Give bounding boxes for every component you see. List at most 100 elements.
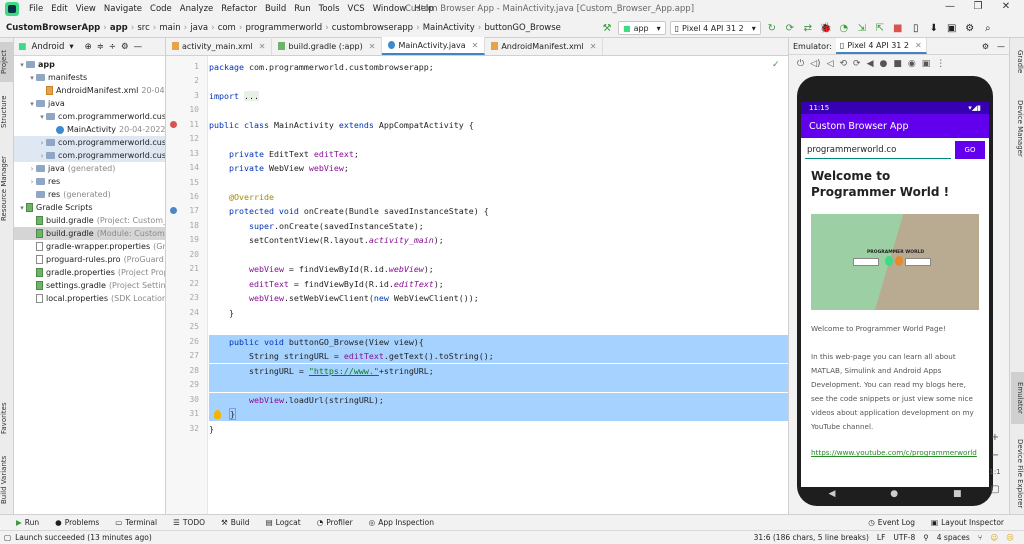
tree-item[interactable]: › res <box>14 175 165 188</box>
stop-icon[interactable]: ■ <box>891 21 905 35</box>
emulator-device-tab[interactable]: ▯ Pixel 4 API 31 2 ✕ <box>835 38 927 54</box>
tree-item[interactable]: › com.programmerworld.custo <box>14 149 165 162</box>
breadcrumb-item[interactable]: programmerworld <box>243 23 324 33</box>
menu-item-refactor[interactable]: Refactor <box>217 4 261 14</box>
menu-item-window[interactable]: Window <box>369 4 411 14</box>
code-line[interactable] <box>209 248 788 262</box>
breadcrumb-item[interactable]: MainActivity <box>421 23 477 33</box>
sad-face-icon[interactable]: ☹ <box>1006 533 1014 542</box>
tab-build-gradle-app[interactable]: build.gradle (:app) ✕ <box>272 37 383 55</box>
indent-setting[interactable]: 4 spaces <box>937 533 970 542</box>
bulb-icon[interactable] <box>214 410 221 419</box>
more-icon[interactable]: ⋮ <box>936 59 945 69</box>
hammer-icon[interactable]: ⚒ <box>600 21 614 35</box>
line-separator[interactable]: LF <box>877 533 886 542</box>
code-line[interactable]: webView = findViewById(R.id.webView); <box>209 262 788 276</box>
tree-item[interactable]: ▾ app <box>14 58 165 71</box>
tool-build-button[interactable]: ⚒ Build <box>213 518 258 527</box>
menu-item-run[interactable]: Run <box>290 4 314 14</box>
tab-androidmanifest-xml[interactable]: AndroidManifest.xml ✕ <box>485 37 604 55</box>
restore-icon[interactable]: ❐ <box>968 1 988 12</box>
code-line[interactable]: stringURL = "https://www."+stringURL; <box>209 364 788 378</box>
code-line[interactable]: webView.loadUrl(stringURL); <box>209 393 788 407</box>
overview-icon[interactable]: ■ <box>893 59 902 69</box>
web-link[interactable]: https://www.youtube.com/c/programmerworl… <box>811 448 979 457</box>
tree-item[interactable]: res (generated) <box>14 188 165 201</box>
chevron-icon[interactable]: ▾ <box>28 100 36 108</box>
tab-structure[interactable]: Structure <box>0 88 14 136</box>
close-icon[interactable]: ✕ <box>259 42 266 51</box>
collapse-icon[interactable]: ≑ <box>97 42 104 52</box>
code-line[interactable]: } <box>209 422 788 436</box>
menu-item-analyze[interactable]: Analyze <box>176 4 218 14</box>
chevron-down-icon[interactable]: ▾ <box>69 42 73 52</box>
gear-icon[interactable]: ⚙ <box>982 42 989 51</box>
tree-item[interactable]: AndroidManifest.xml 20-04- <box>14 84 165 97</box>
tab-emulator[interactable]: Emulator <box>1011 372 1024 424</box>
event-log-button[interactable]: ◷ Event Log <box>860 518 923 527</box>
breadcrumb-item[interactable]: buttonGO_Browse <box>482 23 563 33</box>
chevron-icon[interactable]: ▾ <box>18 204 26 212</box>
tab-mainactivity-java[interactable]: MainActivity.java ✕ <box>382 37 486 55</box>
layout-inspector-button[interactable]: ▣ Layout Inspector <box>923 518 1012 527</box>
tool-todo-button[interactable]: ☰ TODO <box>165 518 213 527</box>
code-line[interactable]: public class MainActivity extends AppCom… <box>209 118 788 132</box>
overview-icon[interactable]: ■ <box>953 489 962 499</box>
chevron-icon[interactable]: ▾ <box>18 61 26 69</box>
menu-item-file[interactable]: File <box>25 4 47 14</box>
code-line[interactable]: package com.programmerworld.custombrowse… <box>209 60 788 74</box>
rotate-left-icon[interactable]: ⟲ <box>839 59 847 69</box>
locate-icon[interactable]: ⊕ <box>85 42 92 52</box>
breadcrumb-item[interactable]: com <box>216 23 238 33</box>
menu-item-build[interactable]: Build <box>261 4 290 14</box>
happy-face-icon[interactable]: ☺ <box>990 533 998 542</box>
tree-item[interactable]: gradle-wrapper.properties(Gra <box>14 240 165 253</box>
rerun-icon[interactable]: ↻ <box>765 21 779 35</box>
zoom-in-icon[interactable]: + <box>985 432 1005 443</box>
breadcrumb-item[interactable]: java <box>188 23 210 33</box>
home-icon[interactable]: ● <box>890 489 898 499</box>
code-line[interactable] <box>209 103 788 117</box>
tree-item[interactable]: build.gradle(Module: Custom_B <box>14 227 165 240</box>
tree-item[interactable]: › com.programmerworld.custo <box>14 136 165 149</box>
device-select[interactable]: ▯ Pixel 4 API 31 2 ▾ <box>669 21 761 35</box>
camera-icon[interactable]: ◉ <box>908 59 916 69</box>
webview[interactable]: Welcome to Programmer World ! PROGRAMMER… <box>801 162 989 457</box>
chevron-icon[interactable]: ▾ <box>38 113 46 121</box>
code-line[interactable]: public void buttonGO_Browse(View view){ <box>209 335 788 349</box>
breadcrumb-item[interactable]: main <box>157 23 182 33</box>
minimize-icon[interactable]: — <box>940 1 960 12</box>
close-icon[interactable]: ✕ <box>996 1 1016 12</box>
tab-resource-manager[interactable]: Resource Manager <box>0 142 14 234</box>
code-line[interactable] <box>209 320 788 334</box>
tab-device-file-explorer[interactable]: Device File Explorer <box>1011 436 1024 512</box>
project-view-mode[interactable]: Android <box>32 42 65 52</box>
override-gutter-icon[interactable] <box>170 207 177 214</box>
tab-favorites[interactable]: Favorites <box>0 394 14 442</box>
menu-item-code[interactable]: Code <box>146 4 176 14</box>
zoom-out-icon[interactable]: − <box>985 450 1005 461</box>
tool-logcat-button[interactable]: ▤ Logcat <box>258 518 309 527</box>
volume-down-icon[interactable]: ◁ <box>827 59 834 69</box>
zoom-ratio[interactable]: 1:1 <box>985 468 1005 476</box>
git-icon[interactable]: ⑂ <box>978 533 983 542</box>
close-icon[interactable]: ✕ <box>472 41 479 50</box>
back-icon[interactable]: ◀ <box>828 489 835 499</box>
breadcrumb-item[interactable]: custombrowserapp <box>330 23 415 33</box>
code-line[interactable] <box>209 378 788 392</box>
code-line[interactable] <box>209 132 788 146</box>
close-icon[interactable]: ✕ <box>915 41 922 50</box>
code-line[interactable]: } <box>209 407 788 421</box>
rotate-right-icon[interactable]: ⟳ <box>853 59 861 69</box>
tree-item[interactable]: settings.gradle (Project Setting <box>14 279 165 292</box>
chevron-icon[interactable]: › <box>38 139 46 147</box>
chevron-icon[interactable]: › <box>28 178 36 186</box>
breadcrumb-item[interactable]: src <box>135 23 151 33</box>
code-line[interactable]: setContentView(R.layout.activity_main); <box>209 233 788 247</box>
code-line[interactable]: super.onCreate(savedInstanceState); <box>209 219 788 233</box>
close-icon[interactable]: ✕ <box>590 42 597 51</box>
tree-item[interactable]: ▾ java <box>14 97 165 110</box>
code-line[interactable]: private EditText editText; <box>209 147 788 161</box>
settings-icon[interactable]: ⚙ <box>963 21 977 35</box>
chevron-icon[interactable]: ▾ <box>28 74 36 82</box>
